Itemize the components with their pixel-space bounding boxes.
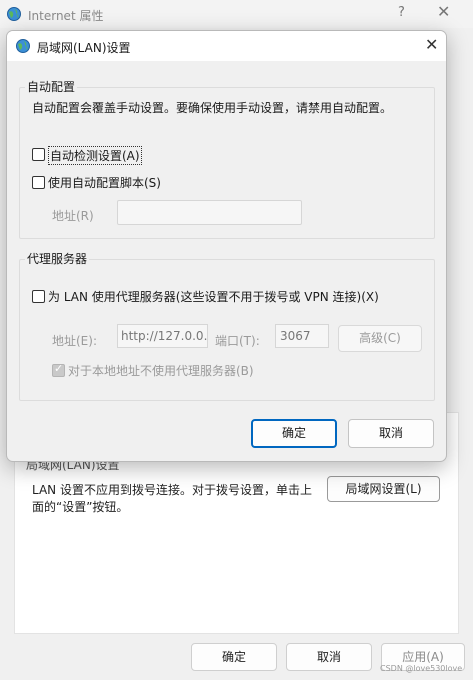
lan-description: LAN 设置不应用到拨号连接。对于拨号设置，单击上面的“设置”按钮。 — [32, 483, 312, 514]
bypass-local-checkbox[interactable] — [52, 362, 65, 377]
proxy-address-label: 地址(E): — [52, 334, 97, 348]
auto-detect-label[interactable]: 自动检测设置(A) — [48, 146, 142, 165]
proxy-server-legend: 代理服务器 — [25, 250, 90, 267]
auto-config-description: 自动配置会覆盖手动设置。要确保使用手动设置，请禁用自动配置。 — [32, 101, 393, 115]
dialog-title: 局域网(LAN)设置 — [37, 41, 131, 55]
parent-titlebar: Internet 属性 ? ✕ — [0, 0, 473, 28]
parent-cancel-button[interactable]: 取消 — [286, 643, 372, 671]
network-globe-icon — [16, 39, 30, 53]
auto-script-label[interactable]: 使用自动配置脚本(S) — [48, 174, 161, 191]
use-proxy-label[interactable]: 为 LAN 使用代理服务器(这些设置不用于拨号或 VPN 连接)(X) — [48, 288, 379, 305]
use-proxy-checkbox[interactable] — [32, 290, 45, 303]
internet-globe-icon — [7, 7, 21, 21]
parent-ok-button[interactable]: 确定 — [191, 643, 277, 671]
dialog-ok-button[interactable]: 确定 — [251, 419, 337, 448]
script-address-input[interactable] — [117, 200, 302, 225]
watermark: CSDN @love530love — [380, 664, 463, 673]
auto-detect-checkbox[interactable] — [32, 148, 45, 161]
help-icon[interactable]: ? — [398, 5, 405, 20]
auto-script-checkbox[interactable] — [32, 176, 45, 189]
parent-window-title: Internet 属性 — [28, 9, 104, 23]
bypass-local-label[interactable]: 对于本地地址不使用代理服务器(B) — [68, 362, 254, 379]
script-address-label: 地址(R) — [52, 209, 94, 223]
dialog-cancel-button[interactable]: 取消 — [348, 419, 434, 448]
parent-close-icon[interactable]: ✕ — [437, 2, 450, 21]
advanced-button[interactable]: 高级(C) — [338, 325, 422, 352]
dialog-titlebar: 局域网(LAN)设置 ✕ — [7, 31, 446, 61]
lan-settings-dialog: 局域网(LAN)设置 ✕ 自动配置 自动配置会覆盖手动设置。要确保使用手动设置，… — [6, 30, 447, 462]
proxy-address-input[interactable]: http://127.0.0.1 — [117, 324, 208, 348]
proxy-port-label: 端口(T): — [215, 334, 260, 348]
auto-config-legend: 自动配置 — [25, 78, 78, 95]
dialog-close-icon[interactable]: ✕ — [425, 35, 438, 54]
lan-settings-button[interactable]: 局域网设置(L) — [327, 476, 440, 502]
proxy-port-input[interactable]: 3067 — [275, 324, 329, 348]
